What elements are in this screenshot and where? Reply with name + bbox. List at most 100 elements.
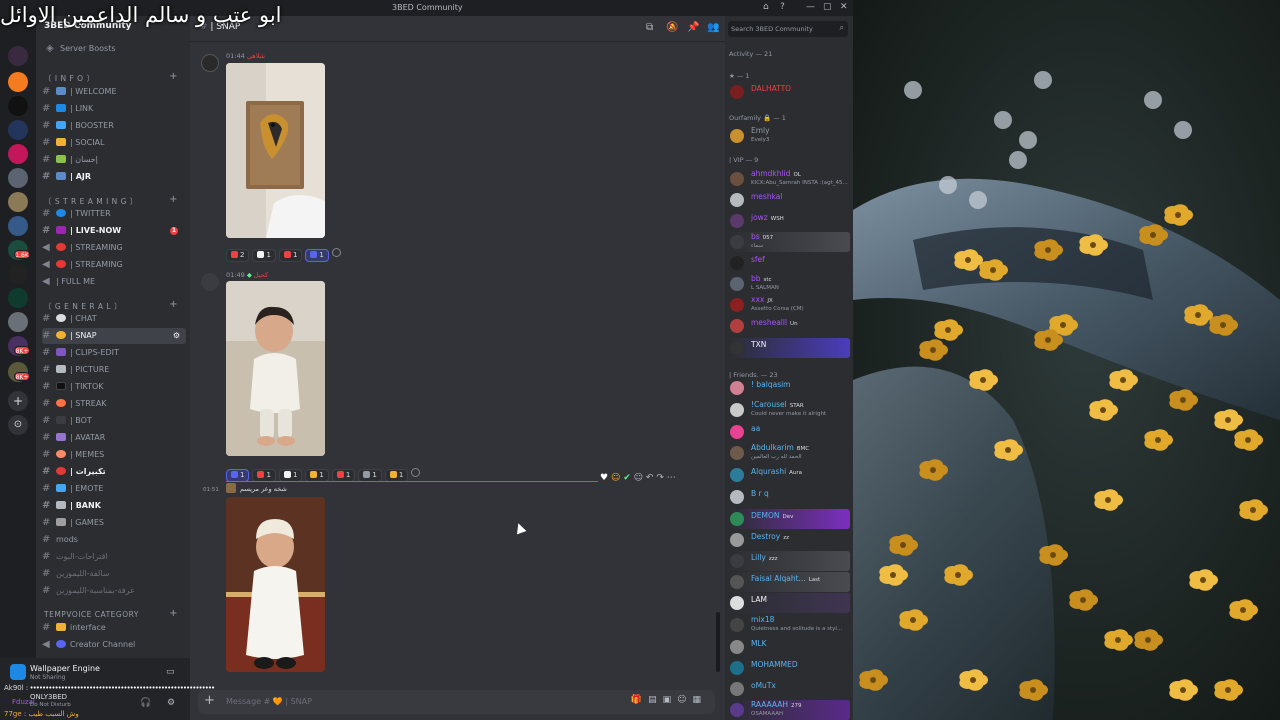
server-icon-12[interactable]: [8, 312, 28, 332]
avatar[interactable]: [730, 256, 744, 270]
member-item[interactable]: ahmdkhlid OL KICK:Abu_Samrah INSTA :(agt_4…: [728, 169, 850, 189]
member-item[interactable]: DALHATTO: [728, 82, 850, 102]
server-icon-7[interactable]: [8, 192, 28, 212]
member-item[interactable]: bb stc L SALMAN: [728, 274, 850, 294]
member-item[interactable]: TXN: [728, 338, 850, 358]
channel-full-me[interactable]: ◀ | FULL ME: [42, 274, 186, 290]
member-item[interactable]: xxx JX Assetto Corsa (CM): [728, 295, 850, 315]
channel-bank[interactable]: # | BANK: [42, 498, 186, 514]
channel-social[interactable]: # | SOCIAL: [42, 135, 186, 151]
member-item[interactable]: DEMON Dev: [728, 509, 850, 529]
gift-icon[interactable]: 🎁: [631, 695, 648, 705]
channel-creator[interactable]: ◀ Creator Channel: [42, 637, 186, 653]
channel-twitter[interactable]: # | TWITTER: [42, 206, 186, 222]
avatar[interactable]: [730, 661, 744, 675]
add-channel-icon[interactable]: +: [169, 71, 178, 82]
avatar[interactable]: [730, 490, 744, 504]
member-item[interactable]: Faisal Alqaht... Last: [728, 572, 850, 592]
channel-streak[interactable]: # | STREAK: [42, 396, 186, 412]
channel-games[interactable]: # | GAMES: [42, 515, 186, 531]
member-item[interactable]: ! balqasim: [728, 378, 850, 398]
avatar[interactable]: [730, 533, 744, 547]
server-icon-6[interactable]: [8, 168, 28, 188]
member-item[interactable]: aa: [728, 422, 850, 442]
message-author[interactable]: ﺷﺨﻪ ﻭﻋﺮ ﻣﺮﻳﺴﻢ: [240, 485, 287, 493]
search-icon[interactable]: ⌕: [840, 23, 844, 33]
member-item[interactable]: sfef: [728, 253, 850, 273]
sticker-icon[interactable]: ▣: [663, 695, 678, 705]
server-icon-11[interactable]: [8, 288, 28, 308]
server-icon-8[interactable]: [8, 216, 28, 236]
search-input[interactable]: Search 3BED Community ⌕: [728, 21, 848, 37]
avatar[interactable]: [730, 85, 744, 99]
avatar[interactable]: [730, 618, 744, 632]
close-button[interactable]: ✕: [840, 2, 848, 12]
avatar[interactable]: [730, 341, 744, 355]
avatar[interactable]: [730, 277, 744, 291]
mute-icon[interactable]: 🔕: [666, 22, 678, 33]
channel-ghurfa[interactable]: # غرفة-بمناسبة-الليموزين: [42, 583, 186, 599]
avatar[interactable]: [730, 703, 744, 717]
heart-react-icon[interactable]: ♥: [600, 473, 608, 483]
member-item[interactable]: Alqurashi Aura: [728, 465, 850, 485]
member-item[interactable]: meshealll Un: [728, 316, 850, 336]
channel-streaming-2[interactable]: ◀ | STREAMING: [42, 257, 186, 273]
avatar[interactable]: [730, 682, 744, 696]
member-item[interactable]: B r q: [728, 487, 850, 507]
avatar[interactable]: [730, 129, 744, 143]
channel-snap[interactable]: # | SNAP ⚙: [42, 328, 186, 344]
inbox-icon[interactable]: ⌂: [763, 2, 769, 12]
reply-icon[interactable]: ↶: [646, 473, 654, 483]
channel-live-now[interactable]: # | LIVE-NOW 1: [42, 223, 186, 239]
chat-scrollbar[interactable]: [716, 612, 720, 672]
channel-emote[interactable]: # | EMOTE: [42, 481, 186, 497]
avatar[interactable]: [201, 54, 219, 72]
channel-settings-icon[interactable]: ⚙: [173, 328, 180, 344]
avatar[interactable]: [730, 512, 744, 526]
avatar[interactable]: [730, 319, 744, 333]
forward-icon[interactable]: ↷: [656, 473, 664, 483]
server-icon-3[interactable]: [8, 96, 28, 116]
emoji-react-icon[interactable]: ☺: [611, 473, 620, 483]
member-item[interactable]: Abdulkarim BMC الحمد لله رب العالمين: [728, 443, 850, 463]
channel-clips-edit[interactable]: # | CLIPS-EDIT: [42, 345, 186, 361]
channel-ajr[interactable]: # | AJR: [42, 169, 186, 185]
add-channel-icon[interactable]: +: [169, 194, 178, 205]
discover-icon[interactable]: ⊙: [8, 415, 28, 435]
message-input[interactable]: Message # 🧡 | SNAP: [226, 697, 312, 706]
server-icon-1[interactable]: [8, 46, 28, 66]
add-reaction-icon[interactable]: [411, 468, 421, 477]
avatar[interactable]: [730, 235, 744, 249]
channel-iqtirahat[interactable]: # اقتراحات-البوت: [42, 549, 186, 565]
channel-salfa[interactable]: # سالفة-الليموزين: [42, 566, 186, 582]
minimize-button[interactable]: —: [806, 2, 815, 12]
member-item[interactable]: meshkal: [728, 190, 850, 210]
add-channel-icon[interactable]: +: [169, 299, 178, 310]
server-icon-10[interactable]: [8, 264, 28, 284]
channel-avatar[interactable]: # | AVATAR: [42, 430, 186, 446]
category-info[interactable]: 〔 I N F O 〕 +: [44, 71, 184, 84]
message-author[interactable]: ﺷﻠﺎﻫﻲ: [247, 52, 265, 60]
more-icon[interactable]: ⋯: [667, 473, 676, 483]
channel-takbirat[interactable]: # | تكبيرات: [42, 464, 186, 480]
avatar[interactable]: [730, 575, 744, 589]
add-reaction-icon[interactable]: ☺: [634, 473, 643, 483]
member-item[interactable]: Destroy zz: [728, 530, 850, 550]
pin-icon[interactable]: 📌: [687, 22, 699, 33]
avatar[interactable]: [730, 403, 744, 417]
member-item[interactable]: bs 057 سماء: [728, 232, 850, 252]
member-item[interactable]: mix18 Quietness and solitude is a styl...: [728, 615, 850, 635]
member-item[interactable]: MLK: [728, 637, 850, 657]
help-icon[interactable]: ?: [780, 2, 785, 12]
emoji-icon[interactable]: ☺: [677, 695, 692, 705]
category-tempvoice[interactable]: TEMPVOICE CATEGORY +: [44, 608, 184, 619]
channel-ihsan[interactable]: # | إحسان: [42, 152, 186, 168]
attach-plus-icon[interactable]: +: [204, 693, 215, 708]
channel-mods[interactable]: # mods: [42, 532, 186, 548]
member-item[interactable]: oMuTx: [728, 679, 850, 699]
channel-booster[interactable]: # | BOOSTER: [42, 118, 186, 134]
channel-interface[interactable]: # interface: [42, 620, 186, 636]
avatar[interactable]: [201, 273, 219, 291]
headphones-icon[interactable]: 🎧: [140, 698, 151, 708]
avatar[interactable]: [730, 446, 744, 460]
